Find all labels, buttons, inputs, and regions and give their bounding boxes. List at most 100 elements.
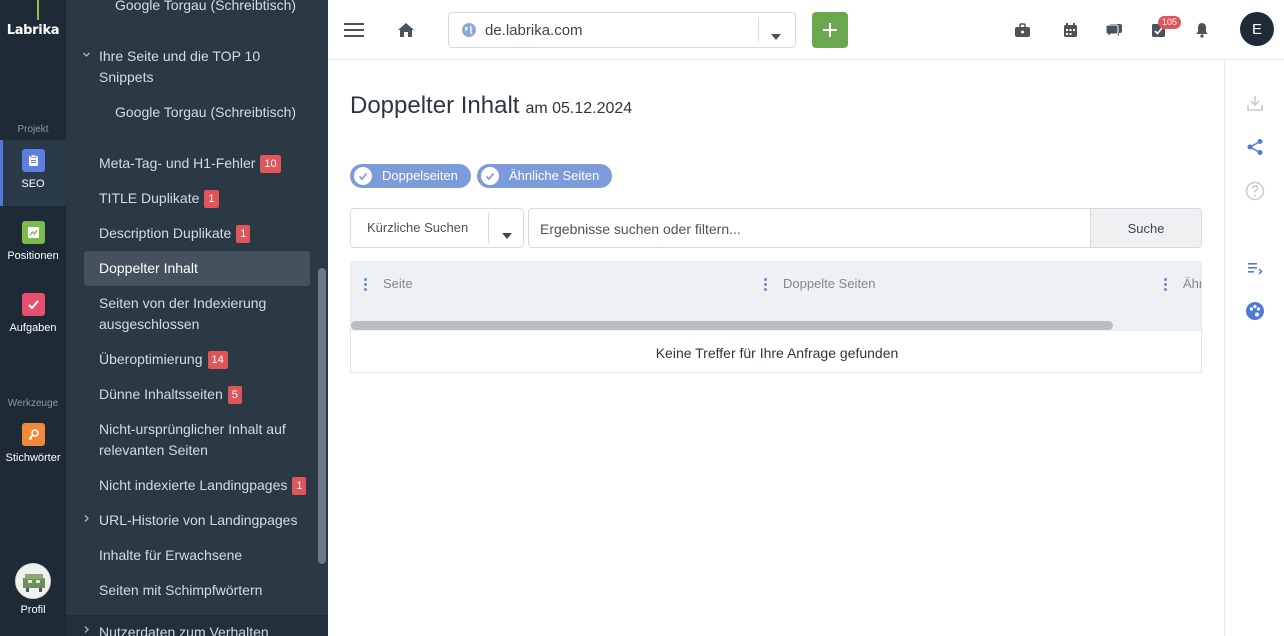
search-placeholder: Ergebnisse suchen oder filtern...	[540, 221, 741, 237]
profile-label: Profil	[20, 604, 46, 616]
rail-item-aufgaben[interactable]: Aufgaben	[0, 284, 66, 350]
app-root: Labrika Projekt SEO Positionen Aufgaben …	[0, 0, 1284, 636]
divider	[488, 213, 489, 243]
briefcase-icon[interactable]	[1012, 20, 1032, 40]
rail-item-positionen[interactable]: Positionen	[0, 212, 66, 278]
rail-label-aufgaben: Aufgaben	[9, 322, 57, 334]
calendar-icon[interactable]	[1060, 20, 1080, 40]
sub-navigation: Google Torgau (Schreibtisch) Ihre Seite …	[66, 0, 328, 636]
subnav-item-meta-tag-fehler[interactable]: Meta-Tag- und H1-Fehler 10	[99, 153, 281, 174]
recent-searches-select[interactable]: Kürzliche Suchen	[350, 208, 524, 248]
subnav-item-title-duplikate[interactable]: TITLE Duplikate 1	[99, 188, 219, 209]
subnav-item-indexierung-ausgeschlossen[interactable]: Seiten von der Indexierung ausgeschlosse…	[99, 293, 299, 335]
search-input[interactable]: Ergebnisse suchen oder filtern...	[528, 208, 1092, 248]
subnav-item-nicht-urspruenglicher-inhalt[interactable]: Nicht-ursprünglicher Inhalt auf relevant…	[99, 419, 304, 461]
home-icon[interactable]	[394, 18, 418, 42]
bell-icon[interactable]	[1192, 20, 1212, 40]
subnav-label: Überoptimierung	[99, 351, 203, 367]
chip-label: Doppelseiten	[382, 168, 458, 183]
page-title: Doppelter Inhalt am 05.12.2024	[350, 92, 632, 120]
subnav-item-doppelter-inhalt[interactable]: Doppelter Inhalt	[84, 251, 310, 286]
logo-accent	[37, 0, 39, 20]
logo-text: Labrika	[6, 22, 60, 38]
top-bar: de.labrika.com 105 E	[328, 0, 1284, 60]
chevron-down-icon[interactable]	[82, 50, 91, 62]
subnav-scrollbar[interactable]	[318, 268, 326, 564]
recent-searches-label: Kürzliche Suchen	[367, 220, 469, 235]
count-badge: 1	[204, 190, 219, 208]
column-header-doppelte-seiten[interactable]: Doppelte Seiten	[783, 276, 876, 291]
subnav-label: Description Duplikate	[99, 225, 232, 241]
chat-icon[interactable]	[1104, 20, 1124, 40]
plus-icon	[822, 22, 838, 43]
subnav-item-url-historie[interactable]: URL-Historie von Landingpages	[99, 510, 297, 531]
main-content: Doppelter Inhalt am 05.12.2024 Doppelseit…	[328, 60, 1224, 636]
subnav-item-nicht-indexierte-landingpages[interactable]: Nicht indexierte Landingpages 1	[99, 475, 307, 496]
empty-state-message: Keine Treffer für Ihre Anfrage gefunden	[655, 345, 899, 361]
count-badge: 14	[207, 351, 228, 369]
search-button[interactable]: Suche	[1090, 208, 1202, 248]
profile-avatar[interactable]	[15, 563, 51, 599]
help-icon[interactable]	[1243, 179, 1267, 203]
count-badge: 1	[292, 477, 307, 495]
chevron-right-icon[interactable]	[82, 514, 91, 526]
caret-down-icon	[502, 226, 512, 244]
clipboard-icon	[21, 149, 45, 172]
rail-item-stichwoerter[interactable]: Stichwörter	[0, 414, 66, 480]
subnav-label: Dünne Inhaltsseiten	[99, 386, 223, 402]
chip-label: Ähnliche Seiten	[509, 168, 600, 183]
palette-icon[interactable]	[1243, 299, 1267, 323]
divider	[758, 19, 759, 41]
caret-down-icon[interactable]	[771, 27, 781, 45]
column-menu-icon[interactable]	[364, 278, 367, 293]
results-table: Seite Doppelte Seiten Ähn Keine Treffer …	[350, 261, 1202, 373]
subnav-item-description-duplikate[interactable]: Description Duplikate 1	[99, 223, 251, 244]
rail-label-stichwoerter: Stichwörter	[5, 452, 61, 464]
subnav-item-ueberoptimierung[interactable]: Überoptimierung 14	[99, 349, 228, 370]
domain-selector[interactable]: de.labrika.com	[448, 12, 796, 48]
list-icon[interactable]	[1243, 256, 1267, 280]
menu-icon[interactable]	[342, 18, 366, 42]
count-badge: 1	[236, 225, 251, 243]
subnav-item-google-torgau-top[interactable]: Google Torgau (Schreibtisch)	[115, 0, 296, 16]
column-header-seite[interactable]: Seite	[383, 276, 413, 291]
icon-rail: Labrika Projekt SEO Positionen Aufgaben …	[0, 0, 66, 636]
rail-section-project: Projekt	[17, 124, 49, 135]
share-icon[interactable]	[1243, 135, 1267, 159]
column-menu-icon[interactable]	[1164, 278, 1167, 293]
subnav-label: Nicht indexierte Landingpages	[99, 477, 288, 493]
subnav-item-google-torgau[interactable]: Google Torgau (Schreibtisch)	[115, 102, 296, 123]
page-date: am 05.12.2024	[525, 100, 633, 117]
subnav-label: Meta-Tag- und H1-Fehler	[99, 155, 256, 171]
chip-doppelseiten[interactable]: Doppelseiten	[350, 164, 471, 188]
rail-label-positionen: Positionen	[7, 250, 59, 262]
subnav-item-inhalte-erwachsene[interactable]: Inhalte für Erwachsene	[99, 545, 242, 566]
search-row: Kürzliche Suchen Ergebnisse suchen oder …	[350, 208, 1202, 248]
add-button[interactable]	[812, 12, 848, 48]
count-badge: 5	[227, 386, 242, 404]
rail-item-seo[interactable]: SEO	[0, 140, 66, 206]
subnav-section-footer[interactable]: Nutzerdaten zum Verhalten	[66, 615, 328, 636]
subnav-item-duenne-inhaltsseiten[interactable]: Dünne Inhaltsseiten 5	[99, 384, 242, 405]
chevron-right-icon	[82, 625, 91, 636]
notification-badge: 105	[1158, 16, 1182, 29]
logo[interactable]: Labrika	[0, 0, 66, 60]
subnav-item-schimpfwoerter[interactable]: Seiten mit Schimpfwörtern	[99, 580, 262, 601]
rail-label-seo: SEO	[21, 178, 45, 190]
domain-value: de.labrika.com	[485, 22, 583, 39]
user-avatar[interactable]: E	[1240, 12, 1274, 46]
column-header-aehnliche[interactable]: Ähn	[1183, 276, 1201, 291]
check-circle-icon	[481, 167, 499, 185]
column-menu-icon[interactable]	[764, 278, 767, 293]
checkmark-icon	[21, 293, 45, 316]
page-title-text: Doppelter Inhalt	[350, 92, 520, 119]
chart-icon	[21, 221, 45, 244]
check-circle-icon	[354, 167, 372, 185]
rail-section-tools: Werkzeuge	[7, 398, 59, 409]
subnav-item-top10-snippets[interactable]: Ihre Seite und die TOP 10 Snippets	[99, 46, 299, 88]
subnav-label: TITLE Duplikate	[99, 190, 200, 206]
download-icon[interactable]	[1243, 91, 1267, 115]
table-header: Seite Doppelte Seiten Ähn	[351, 262, 1201, 331]
chip-aehnliche-seiten[interactable]: Ähnliche Seiten	[477, 164, 613, 188]
horizontal-scrollbar[interactable]	[351, 321, 1113, 330]
